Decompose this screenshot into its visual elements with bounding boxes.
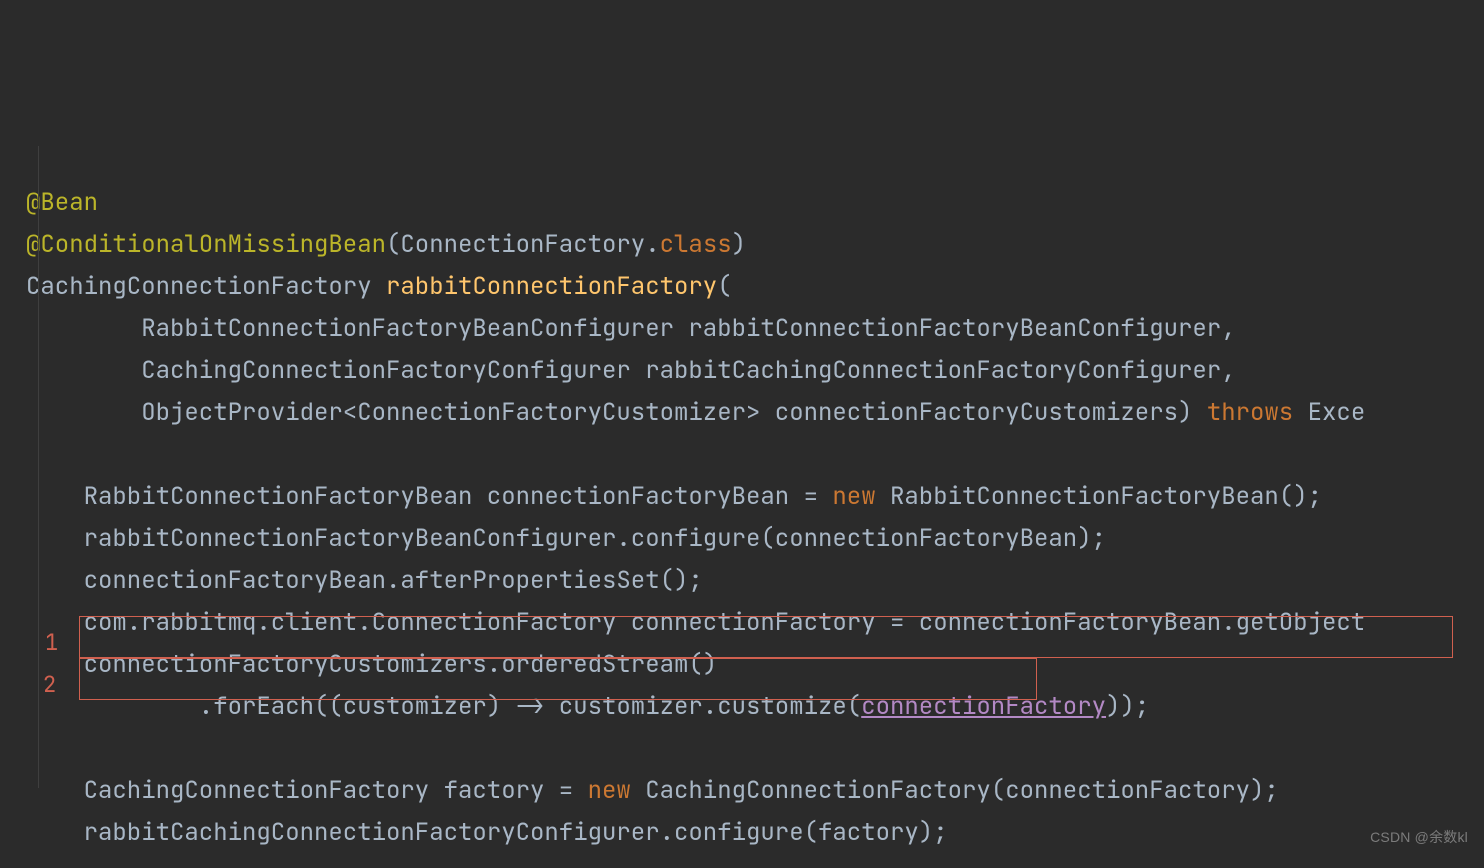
code-block[interactable]: @Bean @ConditionalOnMissingBean(Connecti…: [0, 168, 1484, 868]
line-getobject: com.rabbitmq.client.ConnectionFactory co…: [26, 607, 1365, 638]
keyword-new-1: new: [832, 481, 875, 512]
param-2: CachingConnectionFactoryConfigurer rabbi…: [26, 355, 1236, 386]
keyword-new-2: new: [588, 775, 631, 806]
line-factory-b: CachingConnectionFactory(connectionFacto…: [631, 775, 1279, 806]
method-name: rabbitConnectionFactory: [386, 271, 717, 302]
line-foreach-a: .forEach((customizer) -> customizer.cust…: [26, 691, 861, 722]
code-editor-pane: @Bean @ConditionalOnMissingBean(Connecti…: [0, 0, 1484, 868]
line-new-bean-b: RabbitConnectionFactoryBean();: [876, 481, 1322, 512]
keyword-class: class: [660, 229, 732, 260]
param-1: RabbitConnectionFactoryBeanConfigurer ra…: [26, 313, 1236, 344]
line-afterprops: connectionFactoryBean.afterPropertiesSet…: [26, 565, 703, 596]
line-foreach-b: ));: [1106, 691, 1149, 722]
annotation-bean: @Bean: [26, 187, 98, 218]
type-connectionfactory: ConnectionFactory: [400, 229, 645, 260]
keyword-throws: throws: [1207, 397, 1293, 428]
line-configure-bean: rabbitConnectionFactoryBeanConfigurer.co…: [26, 523, 1106, 554]
annotation-number-1: 1: [45, 622, 58, 664]
line-factory-a: CachingConnectionFactory factory =: [26, 775, 588, 806]
line-configure-factory: rabbitCachingConnectionFactoryConfigurer…: [26, 817, 948, 848]
param-3a: ObjectProvider<ConnectionFactoryCustomiz…: [26, 397, 1207, 428]
param-3b: Exce: [1293, 397, 1365, 428]
paren: (: [717, 271, 731, 302]
annotation-number-2: 2: [43, 664, 56, 706]
line-orderedstream: connectionFactoryCustomizers.orderedStre…: [26, 649, 717, 680]
link-connectionfactory[interactable]: connectionFactory: [861, 691, 1106, 722]
line-new-bean-a: RabbitConnectionFactoryBean connectionFa…: [26, 481, 832, 512]
return-type: CachingConnectionFactory: [26, 271, 386, 302]
paren: ): [732, 229, 746, 260]
paren: (: [386, 229, 400, 260]
annotation-conditional: @ConditionalOnMissingBean: [26, 229, 386, 260]
dot: .: [645, 229, 659, 260]
watermark-text: CSDN @余数kl: [1370, 816, 1468, 858]
